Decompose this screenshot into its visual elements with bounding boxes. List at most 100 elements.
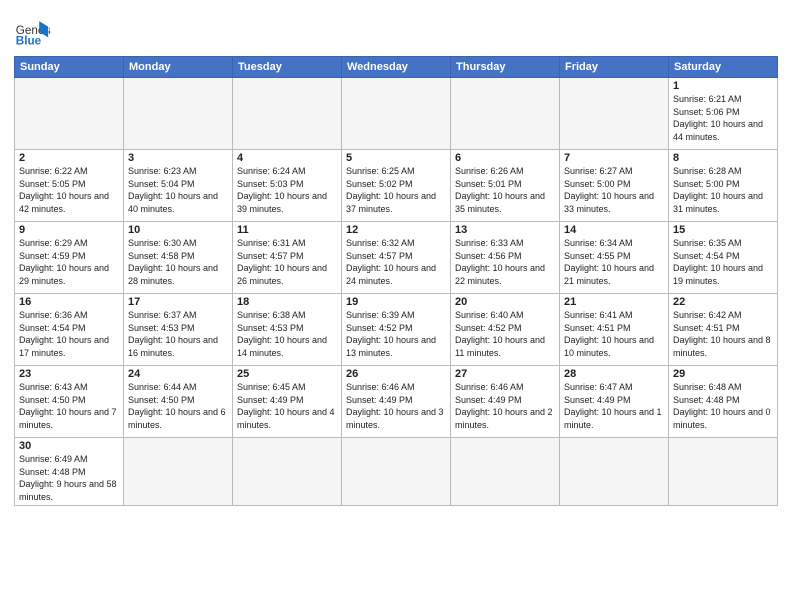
- day-sun-info: Sunrise: 6:43 AMSunset: 4:50 PMDaylight:…: [19, 381, 119, 431]
- day-number: 29: [673, 368, 773, 380]
- calendar-table: SundayMondayTuesdayWednesdayThursdayFrid…: [14, 56, 778, 506]
- calendar-day-cell: 2Sunrise: 6:22 AMSunset: 5:05 PMDaylight…: [15, 150, 124, 222]
- day-number: 23: [19, 368, 119, 380]
- weekday-header-sunday: Sunday: [15, 57, 124, 78]
- calendar-day-cell: 1Sunrise: 6:21 AMSunset: 5:06 PMDaylight…: [669, 78, 778, 150]
- day-sun-info: Sunrise: 6:45 AMSunset: 4:49 PMDaylight:…: [237, 381, 337, 431]
- calendar-day-cell: [560, 438, 669, 506]
- calendar-day-cell: 18Sunrise: 6:38 AMSunset: 4:53 PMDayligh…: [233, 294, 342, 366]
- day-number: 7: [564, 152, 664, 164]
- calendar-day-cell: 21Sunrise: 6:41 AMSunset: 4:51 PMDayligh…: [560, 294, 669, 366]
- weekday-header-monday: Monday: [124, 57, 233, 78]
- calendar-day-cell: [124, 78, 233, 150]
- calendar-week-row: 16Sunrise: 6:36 AMSunset: 4:54 PMDayligh…: [15, 294, 778, 366]
- calendar-day-cell: 14Sunrise: 6:34 AMSunset: 4:55 PMDayligh…: [560, 222, 669, 294]
- calendar-day-cell: 5Sunrise: 6:25 AMSunset: 5:02 PMDaylight…: [342, 150, 451, 222]
- day-sun-info: Sunrise: 6:46 AMSunset: 4:49 PMDaylight:…: [346, 381, 446, 431]
- calendar-week-row: 30Sunrise: 6:49 AMSunset: 4:48 PMDayligh…: [15, 438, 778, 506]
- day-number: 14: [564, 224, 664, 236]
- calendar-day-cell: 3Sunrise: 6:23 AMSunset: 5:04 PMDaylight…: [124, 150, 233, 222]
- day-sun-info: Sunrise: 6:38 AMSunset: 4:53 PMDaylight:…: [237, 309, 337, 359]
- day-sun-info: Sunrise: 6:37 AMSunset: 4:53 PMDaylight:…: [128, 309, 228, 359]
- day-sun-info: Sunrise: 6:21 AMSunset: 5:06 PMDaylight:…: [673, 93, 773, 143]
- calendar-week-row: 1Sunrise: 6:21 AMSunset: 5:06 PMDaylight…: [15, 78, 778, 150]
- day-sun-info: Sunrise: 6:42 AMSunset: 4:51 PMDaylight:…: [673, 309, 773, 359]
- day-number: 3: [128, 152, 228, 164]
- calendar-day-cell: [451, 438, 560, 506]
- calendar-day-cell: 28Sunrise: 6:47 AMSunset: 4:49 PMDayligh…: [560, 366, 669, 438]
- calendar-day-cell: 13Sunrise: 6:33 AMSunset: 4:56 PMDayligh…: [451, 222, 560, 294]
- calendar-day-cell: 11Sunrise: 6:31 AMSunset: 4:57 PMDayligh…: [233, 222, 342, 294]
- day-number: 5: [346, 152, 446, 164]
- day-number: 18: [237, 296, 337, 308]
- calendar-day-cell: 30Sunrise: 6:49 AMSunset: 4:48 PMDayligh…: [15, 438, 124, 506]
- day-number: 19: [346, 296, 446, 308]
- calendar-day-cell: [15, 78, 124, 150]
- day-sun-info: Sunrise: 6:34 AMSunset: 4:55 PMDaylight:…: [564, 237, 664, 287]
- calendar-day-cell: 29Sunrise: 6:48 AMSunset: 4:48 PMDayligh…: [669, 366, 778, 438]
- weekday-header-friday: Friday: [560, 57, 669, 78]
- calendar-day-cell: 10Sunrise: 6:30 AMSunset: 4:58 PMDayligh…: [124, 222, 233, 294]
- calendar-day-cell: 17Sunrise: 6:37 AMSunset: 4:53 PMDayligh…: [124, 294, 233, 366]
- calendar-day-cell: [342, 78, 451, 150]
- calendar-day-cell: 25Sunrise: 6:45 AMSunset: 4:49 PMDayligh…: [233, 366, 342, 438]
- calendar-day-cell: [233, 438, 342, 506]
- day-number: 6: [455, 152, 555, 164]
- calendar-week-row: 9Sunrise: 6:29 AMSunset: 4:59 PMDaylight…: [15, 222, 778, 294]
- calendar-day-cell: [124, 438, 233, 506]
- day-number: 26: [346, 368, 446, 380]
- weekday-header-row: SundayMondayTuesdayWednesdayThursdayFrid…: [15, 57, 778, 78]
- day-number: 20: [455, 296, 555, 308]
- calendar-day-cell: [233, 78, 342, 150]
- day-sun-info: Sunrise: 6:39 AMSunset: 4:52 PMDaylight:…: [346, 309, 446, 359]
- day-number: 8: [673, 152, 773, 164]
- calendar-week-row: 2Sunrise: 6:22 AMSunset: 5:05 PMDaylight…: [15, 150, 778, 222]
- day-number: 13: [455, 224, 555, 236]
- day-number: 9: [19, 224, 119, 236]
- day-sun-info: Sunrise: 6:24 AMSunset: 5:03 PMDaylight:…: [237, 165, 337, 215]
- day-sun-info: Sunrise: 6:23 AMSunset: 5:04 PMDaylight:…: [128, 165, 228, 215]
- calendar-day-cell: 8Sunrise: 6:28 AMSunset: 5:00 PMDaylight…: [669, 150, 778, 222]
- day-sun-info: Sunrise: 6:46 AMSunset: 4:49 PMDaylight:…: [455, 381, 555, 431]
- day-sun-info: Sunrise: 6:31 AMSunset: 4:57 PMDaylight:…: [237, 237, 337, 287]
- logo-icon: General Blue: [14, 14, 50, 50]
- calendar-day-cell: 27Sunrise: 6:46 AMSunset: 4:49 PMDayligh…: [451, 366, 560, 438]
- day-sun-info: Sunrise: 6:22 AMSunset: 5:05 PMDaylight:…: [19, 165, 119, 215]
- weekday-header-saturday: Saturday: [669, 57, 778, 78]
- day-number: 21: [564, 296, 664, 308]
- day-sun-info: Sunrise: 6:41 AMSunset: 4:51 PMDaylight:…: [564, 309, 664, 359]
- calendar-day-cell: [451, 78, 560, 150]
- day-sun-info: Sunrise: 6:29 AMSunset: 4:59 PMDaylight:…: [19, 237, 119, 287]
- calendar-day-cell: 7Sunrise: 6:27 AMSunset: 5:00 PMDaylight…: [560, 150, 669, 222]
- day-sun-info: Sunrise: 6:49 AMSunset: 4:48 PMDaylight:…: [19, 453, 119, 503]
- day-number: 4: [237, 152, 337, 164]
- calendar-day-cell: 19Sunrise: 6:39 AMSunset: 4:52 PMDayligh…: [342, 294, 451, 366]
- day-number: 17: [128, 296, 228, 308]
- calendar-day-cell: [669, 438, 778, 506]
- day-number: 15: [673, 224, 773, 236]
- page-header: General Blue: [14, 10, 778, 50]
- day-sun-info: Sunrise: 6:33 AMSunset: 4:56 PMDaylight:…: [455, 237, 555, 287]
- calendar-day-cell: [560, 78, 669, 150]
- day-number: 25: [237, 368, 337, 380]
- calendar-day-cell: 9Sunrise: 6:29 AMSunset: 4:59 PMDaylight…: [15, 222, 124, 294]
- day-sun-info: Sunrise: 6:30 AMSunset: 4:58 PMDaylight:…: [128, 237, 228, 287]
- day-sun-info: Sunrise: 6:28 AMSunset: 5:00 PMDaylight:…: [673, 165, 773, 215]
- day-sun-info: Sunrise: 6:35 AMSunset: 4:54 PMDaylight:…: [673, 237, 773, 287]
- day-sun-info: Sunrise: 6:26 AMSunset: 5:01 PMDaylight:…: [455, 165, 555, 215]
- calendar-week-row: 23Sunrise: 6:43 AMSunset: 4:50 PMDayligh…: [15, 366, 778, 438]
- day-sun-info: Sunrise: 6:40 AMSunset: 4:52 PMDaylight:…: [455, 309, 555, 359]
- day-number: 28: [564, 368, 664, 380]
- calendar-day-cell: [342, 438, 451, 506]
- day-sun-info: Sunrise: 6:44 AMSunset: 4:50 PMDaylight:…: [128, 381, 228, 431]
- calendar-day-cell: 26Sunrise: 6:46 AMSunset: 4:49 PMDayligh…: [342, 366, 451, 438]
- day-sun-info: Sunrise: 6:32 AMSunset: 4:57 PMDaylight:…: [346, 237, 446, 287]
- day-sun-info: Sunrise: 6:36 AMSunset: 4:54 PMDaylight:…: [19, 309, 119, 359]
- logo: General Blue: [14, 14, 50, 50]
- calendar-day-cell: 20Sunrise: 6:40 AMSunset: 4:52 PMDayligh…: [451, 294, 560, 366]
- day-number: 27: [455, 368, 555, 380]
- day-sun-info: Sunrise: 6:25 AMSunset: 5:02 PMDaylight:…: [346, 165, 446, 215]
- day-sun-info: Sunrise: 6:47 AMSunset: 4:49 PMDaylight:…: [564, 381, 664, 431]
- calendar-day-cell: 22Sunrise: 6:42 AMSunset: 4:51 PMDayligh…: [669, 294, 778, 366]
- day-number: 24: [128, 368, 228, 380]
